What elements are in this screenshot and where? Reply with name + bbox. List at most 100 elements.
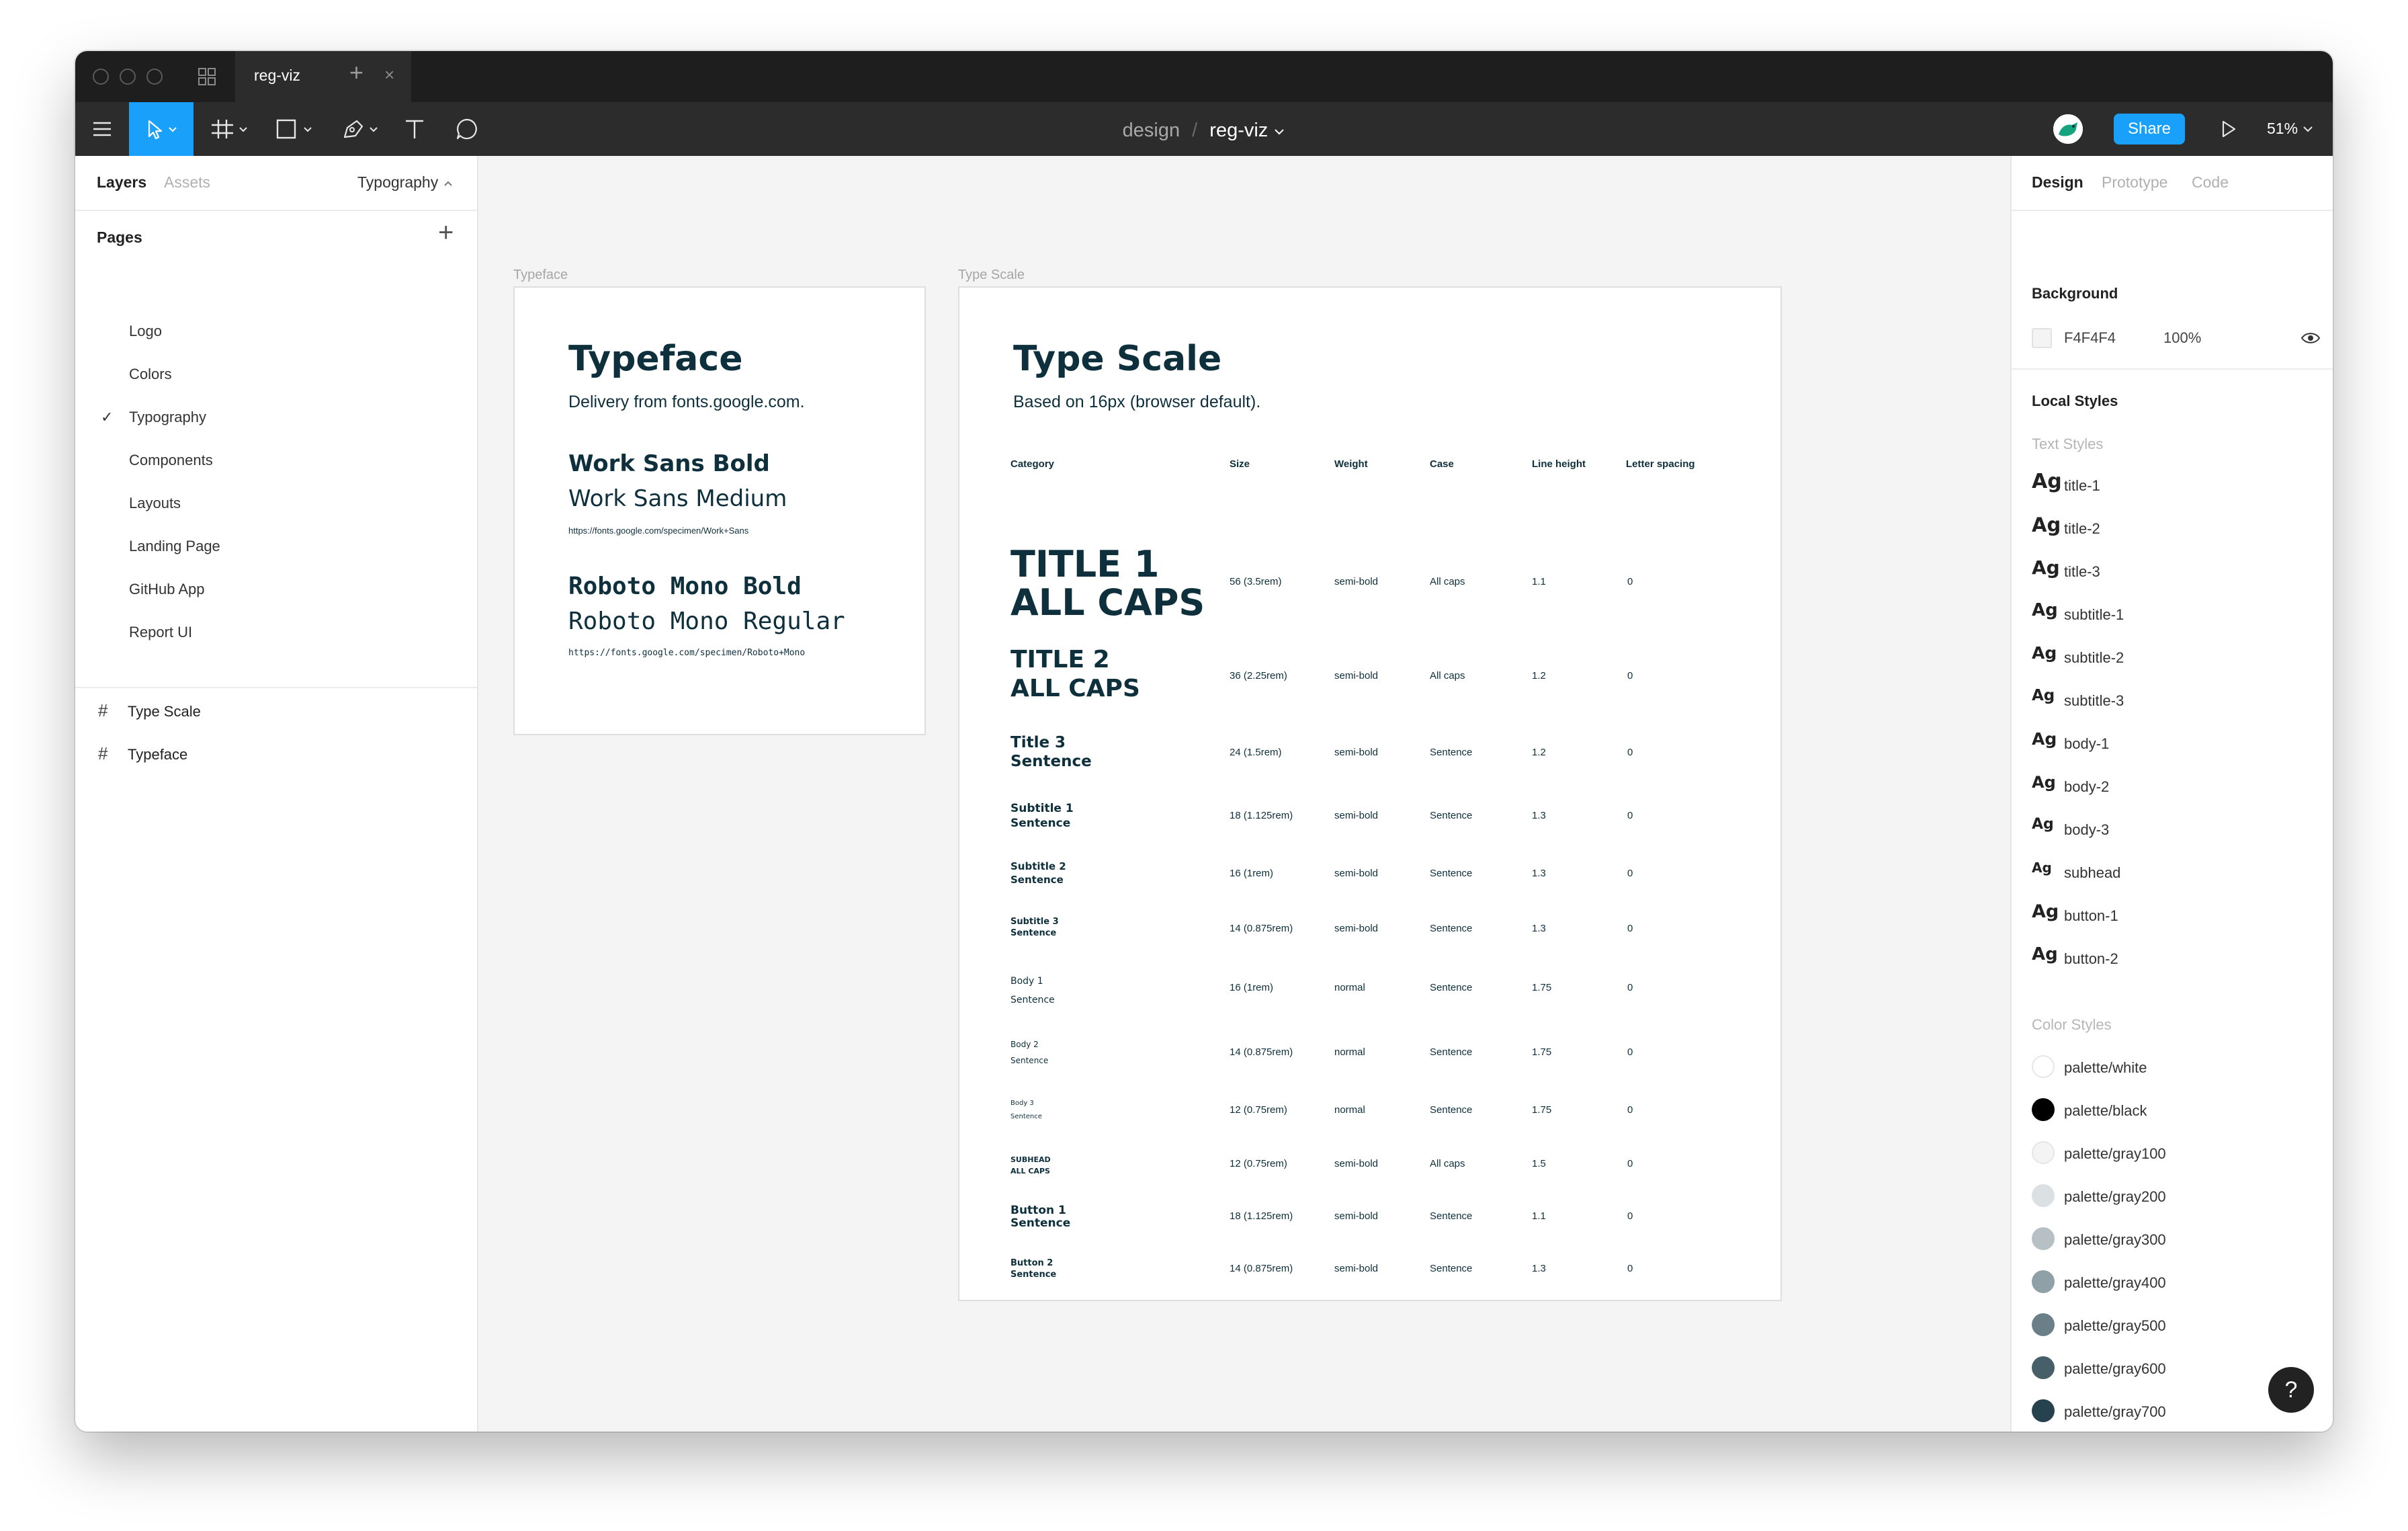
letter-spacing-cell: 0 <box>1627 1210 1633 1222</box>
page-item-typography[interactable]: Typography <box>129 409 206 426</box>
text-style-item[interactable]: body-2 <box>2064 778 2109 796</box>
color-style-item[interactable]: palette/gray300 <box>2064 1231 2166 1249</box>
tab-design[interactable]: Design <box>2032 173 2083 192</box>
text-style-item[interactable]: subtitle-1 <box>2064 606 2124 624</box>
chevron-down-icon[interactable] <box>1273 127 1285 136</box>
text-styles-title: Text Styles <box>2032 436 2104 452</box>
work-sans-bold-sample: Work Sans Bold <box>568 450 770 477</box>
column-header-size: Size <box>1230 458 1250 470</box>
color-style-item[interactable]: palette/gray200 <box>2064 1188 2166 1206</box>
text-style-ag-icon: Ag <box>2032 513 2061 536</box>
page-dropdown-label: Typography <box>357 173 439 191</box>
breadcrumb-file[interactable]: reg-viz <box>1209 120 1268 141</box>
text-style-item[interactable]: button-1 <box>2064 907 2118 925</box>
new-tab-icon[interactable]: + <box>349 60 363 85</box>
maximize-window-button[interactable] <box>146 69 163 85</box>
user-avatar[interactable] <box>2053 114 2083 144</box>
category-case-sample: Sentence <box>1010 995 1055 1005</box>
color-style-item[interactable]: palette/gray500 <box>2064 1317 2166 1335</box>
page-dropdown[interactable]: Typography <box>357 173 454 192</box>
case-cell: Sentence <box>1430 1263 1473 1274</box>
layer-typeface[interactable]: # Typeface <box>98 743 187 764</box>
text-style-item[interactable]: body-1 <box>2064 735 2109 753</box>
text-style-ag-icon: Ag <box>2032 860 2052 876</box>
color-style-item[interactable]: palette/gray400 <box>2064 1274 2166 1292</box>
layer-type-scale[interactable]: # Type Scale <box>98 700 201 721</box>
tab-prototype[interactable]: Prototype <box>2102 173 2167 192</box>
zoom-dropdown[interactable]: 51% <box>2267 120 2314 138</box>
color-style-item[interactable]: palette/gray100 <box>2064 1145 2166 1163</box>
text-style-ag-icon: Ag <box>2032 643 2057 663</box>
frame-label-type-scale[interactable]: Type Scale <box>958 267 1025 283</box>
typeface-subtitle: Delivery from fonts.google.com. <box>568 392 805 411</box>
color-style-item[interactable]: palette/black <box>2064 1102 2147 1120</box>
category-sample: Button 1 Sentence <box>1010 1204 1070 1229</box>
color-style-item[interactable]: palette/gray600 <box>2064 1360 2166 1378</box>
color-style-item[interactable]: palette/gray700 <box>2064 1403 2166 1421</box>
type-scale-frame[interactable] <box>958 286 1782 1301</box>
size-cell: 16 (1rem) <box>1230 982 1274 993</box>
text-style-ag-icon: Ag <box>2032 729 2057 749</box>
category-case-sample: Sentence <box>1010 927 1057 938</box>
weight-cell: semi-bold <box>1334 1210 1379 1222</box>
page-item-logo[interactable]: Logo <box>129 323 162 340</box>
category-name: Button 1 <box>1010 1204 1066 1217</box>
present-play-icon[interactable] <box>2217 118 2239 140</box>
category-case-sample: Sentence <box>1010 817 1071 831</box>
file-browser-icon[interactable] <box>196 66 218 87</box>
eye-visibility-icon[interactable] <box>2300 331 2321 345</box>
file-tab[interactable]: reg-viz × <box>235 51 411 102</box>
background-hex-value[interactable]: F4F4F4 <box>2064 329 2116 347</box>
weight-cell: semi-bold <box>1334 576 1379 587</box>
case-cell: Sentence <box>1430 1046 1473 1058</box>
line-height-cell: 1.3 <box>1532 810 1546 821</box>
background-title: Background <box>2032 285 2118 302</box>
text-style-item[interactable]: subtitle-3 <box>2064 692 2124 710</box>
frame-label-typeface[interactable]: Typeface <box>513 267 568 283</box>
tab-title: reg-viz <box>254 67 301 84</box>
minimize-window-button[interactable] <box>120 69 136 85</box>
letter-spacing-cell: 0 <box>1627 1263 1633 1274</box>
close-tab-icon[interactable]: × <box>384 65 394 85</box>
breadcrumb: design / reg-viz <box>75 120 2333 142</box>
frame-hash-icon: # <box>98 743 108 763</box>
color-swatch <box>2032 1356 2055 1379</box>
share-button[interactable]: Share <box>2114 114 2185 144</box>
text-style-ag-icon: Ag <box>2032 556 2060 579</box>
size-cell: 24 (1.5rem) <box>1230 747 1282 758</box>
design-panel: Design Prototype Code Background F4F4F4 … <box>2010 156 2333 1432</box>
page-item-landing-page[interactable]: Landing Page <box>129 538 220 555</box>
background-color-swatch[interactable] <box>2032 328 2052 348</box>
page-item-github-app[interactable]: GitHub App <box>129 581 205 598</box>
layer-label: Typeface <box>128 746 188 763</box>
roboto-mono-regular-sample: Roboto Mono Regular <box>568 608 845 635</box>
text-style-item[interactable]: title-2 <box>2064 520 2100 538</box>
category-name: Subtitle 2 <box>1010 860 1066 872</box>
page-item-layouts[interactable]: Layouts <box>129 495 181 512</box>
color-style-item[interactable]: palette/white <box>2064 1059 2147 1077</box>
breadcrumb-project[interactable]: design <box>1123 120 1180 141</box>
text-style-ag-icon: Ag <box>2032 687 2055 704</box>
close-window-button[interactable] <box>93 69 109 85</box>
page-item-components[interactable]: Components <box>129 452 213 469</box>
background-opacity-value[interactable]: 100% <box>2163 329 2201 347</box>
text-style-item[interactable]: button-2 <box>2064 950 2118 968</box>
help-button[interactable]: ? <box>2268 1367 2314 1413</box>
letter-spacing-cell: 0 <box>1627 747 1633 758</box>
text-style-item[interactable]: subtitle-2 <box>2064 649 2124 667</box>
tab-assets[interactable]: Assets <box>164 173 210 192</box>
breadcrumb-separator: / <box>1192 120 1198 141</box>
page-item-report-ui[interactable]: Report UI <box>129 624 192 641</box>
letter-spacing-cell: 0 <box>1627 1104 1633 1116</box>
category-case-sample: Sentence <box>1010 752 1092 770</box>
text-style-item[interactable]: body-3 <box>2064 821 2109 839</box>
tab-code[interactable]: Code <box>2192 173 2229 192</box>
category-name: Title 3 <box>1010 734 1066 751</box>
text-style-item[interactable]: subhead <box>2064 864 2120 882</box>
add-page-icon[interactable]: + <box>438 219 454 246</box>
text-style-item[interactable]: title-1 <box>2064 477 2100 495</box>
category-case-sample: Sentence <box>1010 1113 1042 1120</box>
tab-layers[interactable]: Layers <box>97 173 146 192</box>
page-item-colors[interactable]: Colors <box>129 366 172 383</box>
text-style-item[interactable]: title-3 <box>2064 563 2100 581</box>
